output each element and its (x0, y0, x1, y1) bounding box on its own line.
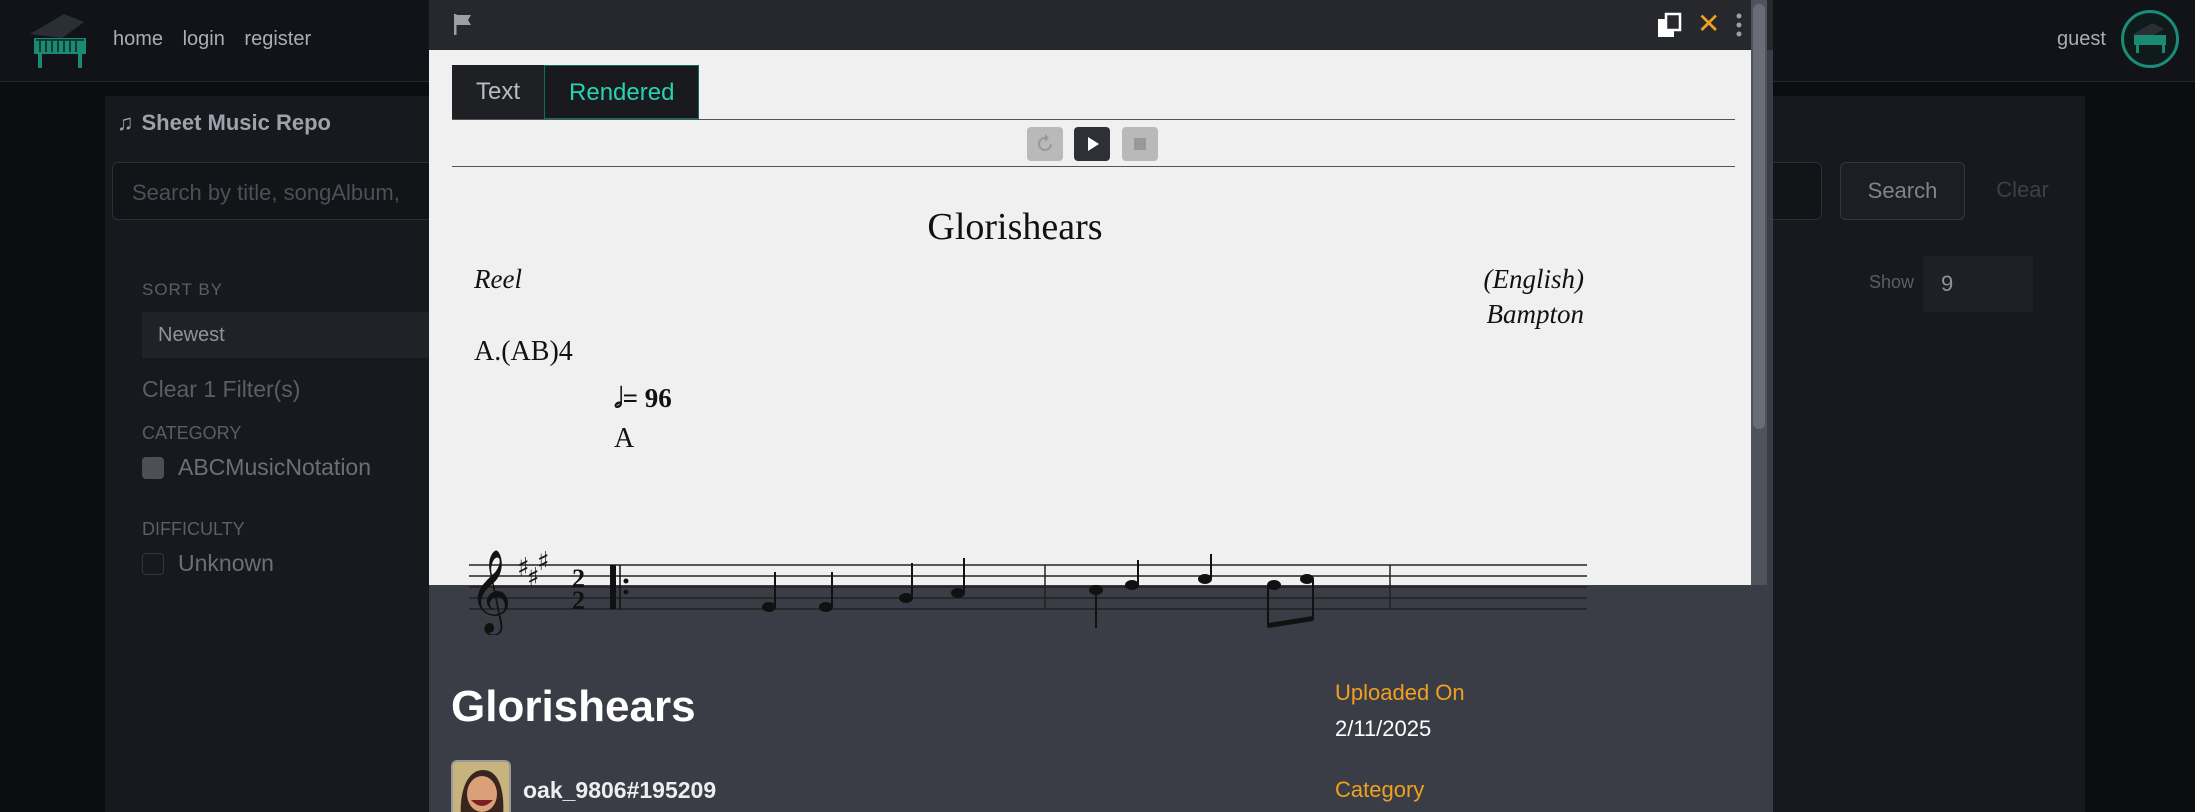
tab-rendered[interactable]: Rendered (544, 65, 700, 119)
sheet-music-modal: ✕ Text Rendered Glorishears Reel (Englis… (429, 0, 1773, 812)
checkbox-unchecked-icon[interactable] (142, 552, 164, 575)
divider (452, 119, 1735, 120)
uploader-name[interactable]: oak_9806#195209 (523, 777, 716, 804)
view-tabs: Text Rendered (452, 65, 700, 119)
modal-header: ✕ (429, 0, 1773, 50)
nav-register-link[interactable]: register (244, 28, 311, 50)
main-nav: home login register (113, 28, 325, 51)
category-option-label: ABCMusicNotation (178, 454, 372, 480)
score-rhythm: Reel (474, 264, 522, 294)
score-parts: A.(AB)4 (474, 336, 573, 367)
tab-text[interactable]: Text (452, 65, 544, 119)
clear-button[interactable]: Clear (1975, 162, 2070, 220)
play-icon (1088, 137, 1099, 151)
song-info: Glorishears oak_9806#195209 Uploaded On … (429, 585, 1773, 812)
score-origin: (English) (1483, 264, 1585, 294)
difficulty-label: DIFFICULTY (142, 519, 245, 539)
song-title: Glorishears (451, 682, 696, 731)
uploaded-on-label: Uploaded On (1335, 680, 1465, 705)
nav-home-link[interactable]: home (113, 28, 163, 50)
music-note-icon: ♫ (117, 110, 134, 135)
more-options-icon[interactable] (1734, 12, 1744, 38)
uploader-avatar-image (453, 762, 509, 812)
difficulty-option-label: Unknown (178, 550, 274, 576)
key-signature-sharps: ♯ (537, 547, 550, 577)
checkbox-checked-icon[interactable] (142, 456, 164, 479)
sort-select[interactable]: Newest (142, 312, 452, 358)
search-button[interactable]: Search (1840, 162, 1965, 220)
piano-avatar-icon (2132, 23, 2166, 53)
show-count-input[interactable]: 9 (1923, 256, 2033, 312)
clear-filters-link[interactable]: Clear 1 Filter(s) (142, 376, 442, 403)
half-note-icon: 𝅗𝅥 (614, 383, 623, 413)
user-avatar[interactable] (2121, 10, 2179, 68)
divider (452, 166, 1735, 167)
nav-login-link[interactable]: login (183, 28, 225, 50)
show-label: Show (1869, 272, 1915, 292)
restart-button[interactable] (1027, 127, 1063, 161)
search-placeholder: Search by title, songAlbum, (132, 180, 400, 205)
difficulty-checkbox[interactable]: Unknown (142, 550, 442, 577)
repo-title: ♫ Sheet Music Repo (117, 110, 331, 135)
uploader-avatar[interactable] (451, 760, 511, 812)
filter-sidebar: SORT BY Newest Clear 1 Filter(s) CATEGOR… (142, 280, 452, 577)
copy-icon[interactable] (1657, 12, 1683, 38)
score-title: Glorishears (927, 206, 1103, 248)
username-label[interactable]: guest (2057, 28, 2106, 51)
scrollbar-thumb[interactable] (1753, 4, 1765, 429)
flag-icon[interactable] (451, 12, 475, 36)
uploaded-on-value: 2/11/2025 (1335, 716, 1432, 741)
stop-icon (1134, 138, 1146, 150)
score-viewer: Text Rendered Glorishears Reel (English)… (429, 50, 1761, 635)
score-tempo: 𝅗𝅥= 96 (614, 383, 672, 413)
category-label: CATEGORY (142, 423, 242, 443)
category-heading: Category (1335, 777, 1425, 802)
sort-by-label: SORT BY (142, 280, 224, 299)
play-button[interactable] (1074, 127, 1110, 161)
stop-button[interactable] (1122, 127, 1158, 161)
score-part-label: A (614, 423, 635, 454)
score-composer: Bampton (1486, 299, 1585, 329)
piano-logo-icon[interactable] (24, 8, 102, 72)
restart-icon (1038, 134, 1052, 151)
category-checkbox[interactable]: ABCMusicNotation (142, 454, 442, 481)
close-icon[interactable]: ✕ (1697, 10, 1720, 38)
